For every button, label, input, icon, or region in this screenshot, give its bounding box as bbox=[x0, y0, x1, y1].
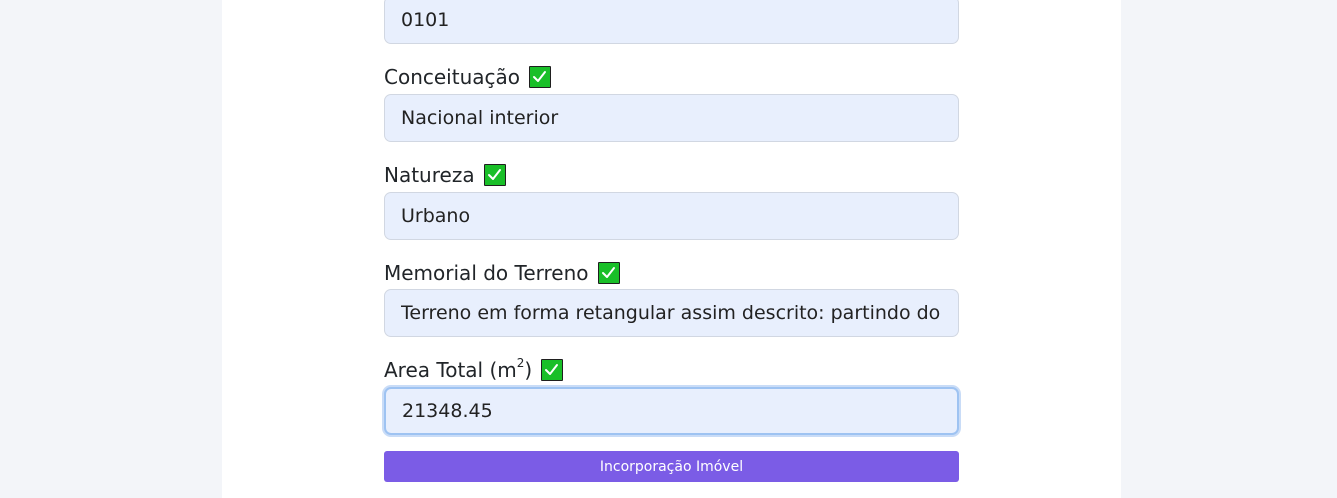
area-total-input[interactable] bbox=[384, 387, 959, 435]
conceituacao-label: Conceituação bbox=[384, 65, 520, 89]
natureza-label: Natureza bbox=[384, 163, 475, 187]
memorial-label: Memorial do Terreno bbox=[384, 261, 589, 285]
natureza-label-row: Natureza bbox=[384, 161, 506, 189]
checkmark-icon bbox=[483, 164, 506, 186]
memorial-label-row: Memorial do Terreno bbox=[384, 259, 620, 287]
area-total-label-row: Area Total (m2) bbox=[384, 356, 564, 384]
area-total-label: Area Total (m2) bbox=[384, 356, 533, 382]
natureza-input[interactable] bbox=[384, 192, 959, 240]
conceituacao-label-row: Conceituação bbox=[384, 63, 551, 91]
memorial-input[interactable] bbox=[384, 289, 959, 337]
code-input[interactable] bbox=[384, 0, 959, 44]
incorporacao-imovel-button[interactable]: Incorporação Imóvel bbox=[384, 451, 959, 482]
conceituacao-input[interactable] bbox=[384, 94, 959, 142]
checkmark-icon bbox=[597, 262, 620, 284]
checkmark-icon bbox=[541, 359, 564, 381]
checkmark-icon bbox=[529, 66, 551, 88]
